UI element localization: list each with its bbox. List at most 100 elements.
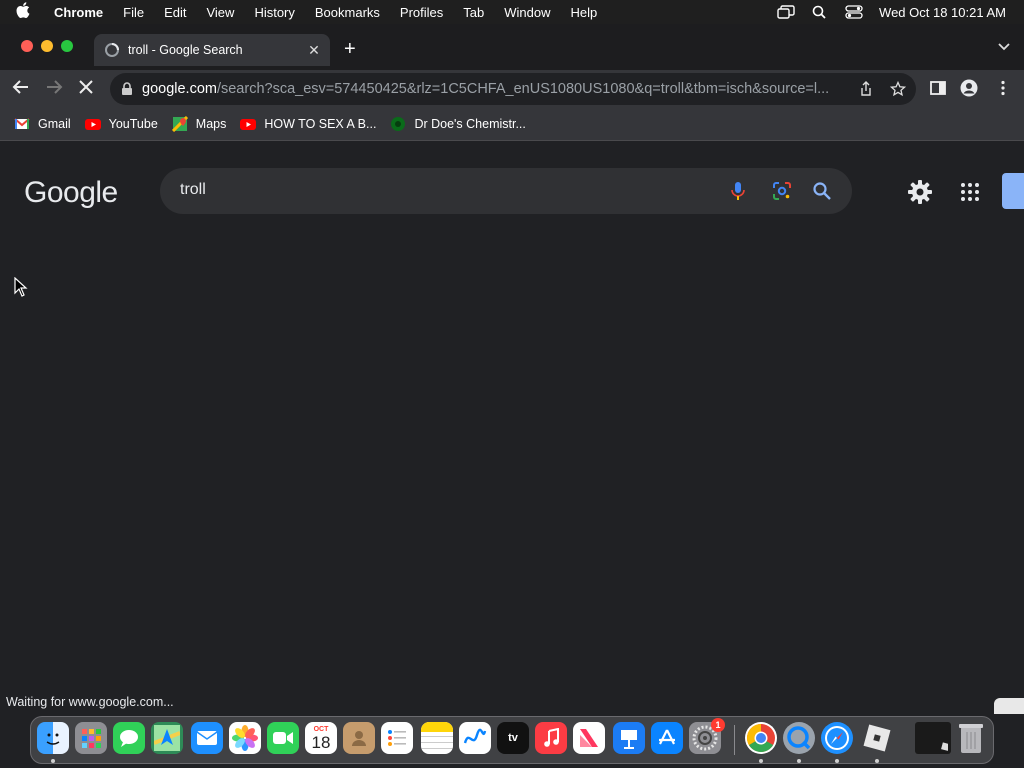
stop-loading-button[interactable]	[75, 78, 97, 100]
forward-button[interactable]	[43, 78, 65, 100]
screen-mirroring-icon[interactable]	[777, 5, 795, 19]
launchpad-icon[interactable]	[75, 722, 107, 754]
bookmarks-bar: Gmail YouTube Maps HOW TO SEX A B... Dr …	[0, 108, 1024, 141]
settings-gear-icon[interactable]	[907, 179, 933, 205]
chrome-tab-strip: troll - Google Search ✕ +	[0, 24, 1024, 74]
macos-menu-bar: Chrome File Edit View History Bookmarks …	[0, 0, 1024, 24]
search-box[interactable]: troll	[160, 168, 852, 214]
tab-title: troll - Google Search	[128, 43, 243, 57]
music-icon[interactable]	[535, 722, 567, 754]
finder-icon[interactable]	[37, 722, 69, 754]
menu-history[interactable]: History	[254, 5, 294, 20]
apple-menu-icon[interactable]	[16, 2, 40, 22]
photos-icon[interactable]	[229, 722, 261, 754]
back-arrow-icon	[12, 80, 28, 94]
page-content: Google troll	[0, 142, 1024, 692]
bookmark-youtube-video[interactable]: HOW TO SEX A B...	[240, 116, 376, 132]
menu-bookmarks[interactable]: Bookmarks	[315, 5, 380, 20]
messages-icon[interactable]	[113, 722, 145, 754]
desktop-window-edge	[994, 698, 1024, 714]
stop-x-icon	[79, 80, 93, 94]
bookmark-star-icon[interactable]	[890, 81, 906, 97]
chrome-toolbar: google.com/search?sca_esv=574450425&rlz=…	[0, 70, 1024, 108]
menu-help[interactable]: Help	[571, 5, 598, 20]
tab-google-search[interactable]: troll - Google Search ✕	[94, 34, 330, 66]
calendar-day: 18	[311, 732, 331, 752]
dr-doe-favicon-icon	[391, 117, 406, 131]
trash-icon[interactable]	[955, 722, 987, 754]
tab-loading-icon	[105, 43, 119, 57]
window-minimize-button[interactable]	[41, 40, 53, 52]
system-settings-icon[interactable]: 1	[689, 718, 725, 754]
google-maps-icon	[171, 116, 188, 132]
menubar-clock[interactable]: Wed Oct 18 10:21 AM	[879, 5, 1006, 20]
control-center-icon[interactable]	[845, 5, 863, 19]
reminders-icon[interactable]	[381, 722, 413, 754]
menu-edit[interactable]: Edit	[164, 5, 186, 20]
running-indicator	[759, 759, 763, 763]
spotlight-search-icon[interactable]	[811, 5, 829, 19]
gmail-icon	[14, 118, 30, 129]
lock-icon[interactable]	[120, 82, 134, 96]
calendar-icon[interactable]: OCT 18	[305, 722, 337, 754]
address-url[interactable]: google.com/search?sca_esv=574450425&rlz=…	[142, 81, 842, 97]
menu-view[interactable]: View	[206, 5, 234, 20]
loading-status-bubble: Waiting for www.google.com...	[0, 692, 180, 714]
side-panel-icon[interactable]	[929, 79, 947, 97]
roblox-icon[interactable]	[861, 722, 893, 754]
youtube-icon	[84, 119, 101, 130]
bookmark-dr-doe[interactable]: Dr Doe's Chemistr...	[390, 116, 526, 132]
mail-icon[interactable]	[191, 722, 223, 754]
chrome-menu-kebab-icon[interactable]	[994, 79, 1012, 97]
running-indicator	[51, 759, 55, 763]
bookmark-youtube[interactable]: YouTube	[84, 116, 158, 132]
apple-tv-icon[interactable]: tv	[497, 722, 529, 754]
bookmark-label: Maps	[195, 117, 227, 131]
bookmark-label: YouTube	[108, 117, 158, 131]
google-lens-icon[interactable]	[772, 181, 792, 201]
search-query[interactable]: troll	[180, 181, 206, 199]
window-zoom-button[interactable]	[61, 40, 73, 52]
menu-app-name[interactable]: Chrome	[54, 5, 103, 20]
window-close-button[interactable]	[21, 40, 33, 52]
safari-icon[interactable]	[821, 722, 853, 754]
running-indicator	[875, 759, 879, 763]
address-bar[interactable]: google.com/search?sca_esv=574450425&rlz=…	[110, 73, 916, 105]
running-indicator	[835, 759, 839, 763]
sign-in-button[interactable]	[1002, 173, 1024, 209]
menu-file[interactable]: File	[123, 5, 144, 20]
settings-notification-badge: 1	[711, 718, 725, 732]
app-store-icon[interactable]	[651, 722, 683, 754]
menu-window[interactable]: Window	[504, 5, 550, 20]
bookmark-label: Gmail	[38, 117, 71, 131]
url-host: google.com	[142, 81, 217, 97]
back-button[interactable]	[10, 78, 32, 100]
minimized-window-thumbnail[interactable]	[915, 722, 951, 754]
bookmark-maps[interactable]: Maps	[171, 116, 227, 132]
google-chrome-icon[interactable]	[745, 722, 777, 754]
news-icon[interactable]	[573, 722, 605, 754]
menu-tab[interactable]: Tab	[463, 5, 484, 20]
google-logo[interactable]: Google	[24, 176, 118, 210]
youtube-icon	[240, 119, 257, 130]
google-apps-grid-icon[interactable]	[960, 182, 980, 202]
freeform-icon[interactable]	[459, 722, 491, 754]
profile-avatar-icon[interactable]	[960, 79, 978, 97]
tab-close-icon[interactable]: ✕	[304, 42, 324, 59]
menu-profiles[interactable]: Profiles	[400, 5, 443, 20]
voice-search-mic-icon[interactable]	[728, 181, 748, 201]
mouse-cursor-icon	[14, 277, 28, 297]
quicktime-icon[interactable]	[783, 722, 815, 754]
new-tab-button[interactable]: +	[344, 38, 356, 61]
share-icon[interactable]	[858, 81, 874, 97]
forward-arrow-icon	[47, 80, 63, 94]
contacts-icon[interactable]	[343, 722, 375, 754]
search-icon[interactable]	[812, 181, 832, 201]
bookmark-gmail[interactable]: Gmail	[14, 116, 71, 132]
facetime-icon[interactable]	[267, 722, 299, 754]
dock-separator	[734, 725, 735, 755]
tab-search-chevron-icon[interactable]	[998, 40, 1010, 54]
maps-icon[interactable]	[151, 722, 183, 754]
keynote-icon[interactable]	[613, 722, 645, 754]
notes-icon[interactable]	[421, 722, 453, 754]
